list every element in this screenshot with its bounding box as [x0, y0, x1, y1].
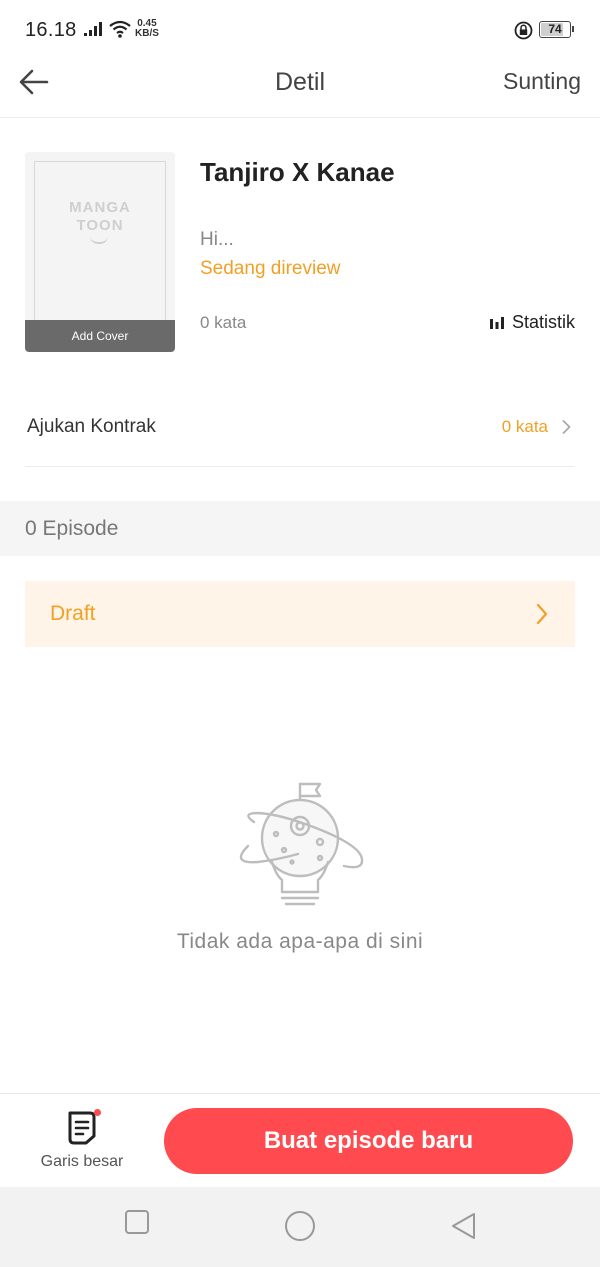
status-bar: 16.18 0.45 KB/S 74 — [0, 0, 600, 58]
chevron-right-icon — [562, 420, 571, 434]
draft-row[interactable]: Draft — [25, 581, 575, 647]
outline-label: Garis besar — [40, 1153, 124, 1170]
network-speed-unit: KB/S — [135, 28, 159, 39]
empty-state-message: Tidak ada apa-apa di sini — [176, 930, 424, 953]
cover-logo-line1: MANGA — [69, 199, 131, 216]
add-cover-button[interactable]: Add Cover — [25, 320, 175, 352]
document-icon — [68, 1111, 96, 1145]
create-episode-button[interactable]: Buat episode baru — [164, 1108, 573, 1174]
back-nav-icon[interactable] — [449, 1211, 477, 1241]
word-count: 0 kata — [200, 313, 247, 332]
bottom-action-bar: Garis besar Buat episode baru — [0, 1093, 600, 1187]
contract-value: 0 kata — [501, 417, 548, 436]
recent-apps-icon[interactable] — [124, 1209, 150, 1235]
contract-label: Ajukan Kontrak — [27, 416, 156, 437]
episode-count: 0 Episode — [25, 517, 119, 540]
battery-icon: 74 — [539, 21, 571, 38]
battery-level: 74 — [548, 22, 562, 36]
review-status: Sedang direview — [200, 258, 341, 279]
episode-section-header: 0 Episode — [0, 501, 600, 556]
bar-chart-icon — [489, 316, 504, 329]
battery-tip — [572, 26, 574, 32]
chevron-right-icon — [536, 603, 548, 625]
rotation-lock-icon — [514, 21, 533, 40]
cover-logo-line2: TOON — [76, 217, 124, 234]
book-title: Tanjiro X Kanae — [200, 157, 395, 187]
statistics-label: Statistik — [511, 312, 575, 332]
home-icon[interactable] — [284, 1210, 316, 1242]
wifi-icon — [109, 20, 131, 38]
system-navigation-bar — [0, 1187, 600, 1267]
edit-button[interactable]: Sunting — [503, 68, 581, 95]
navigation-bar: Detil Sunting — [0, 58, 600, 118]
network-speed: 0.45 KB/S — [135, 19, 159, 39]
outline-button[interactable]: Garis besar — [30, 1108, 134, 1178]
cover-logo: MANGA TOON — [25, 199, 175, 235]
planet-lightbulb-icon — [239, 782, 364, 906]
signal-icon — [84, 22, 102, 36]
book-cover[interactable]: MANGA TOON Add Cover — [25, 152, 175, 352]
cover-frame — [34, 161, 166, 343]
status-time: 16.18 — [25, 19, 77, 41]
notification-dot — [94, 1109, 101, 1116]
statistics-button[interactable]: Statistik — [489, 312, 575, 333]
contract-row[interactable]: Ajukan Kontrak 0 kata — [25, 390, 574, 467]
draft-label: Draft — [50, 602, 96, 625]
book-description: Hi... — [200, 229, 234, 250]
